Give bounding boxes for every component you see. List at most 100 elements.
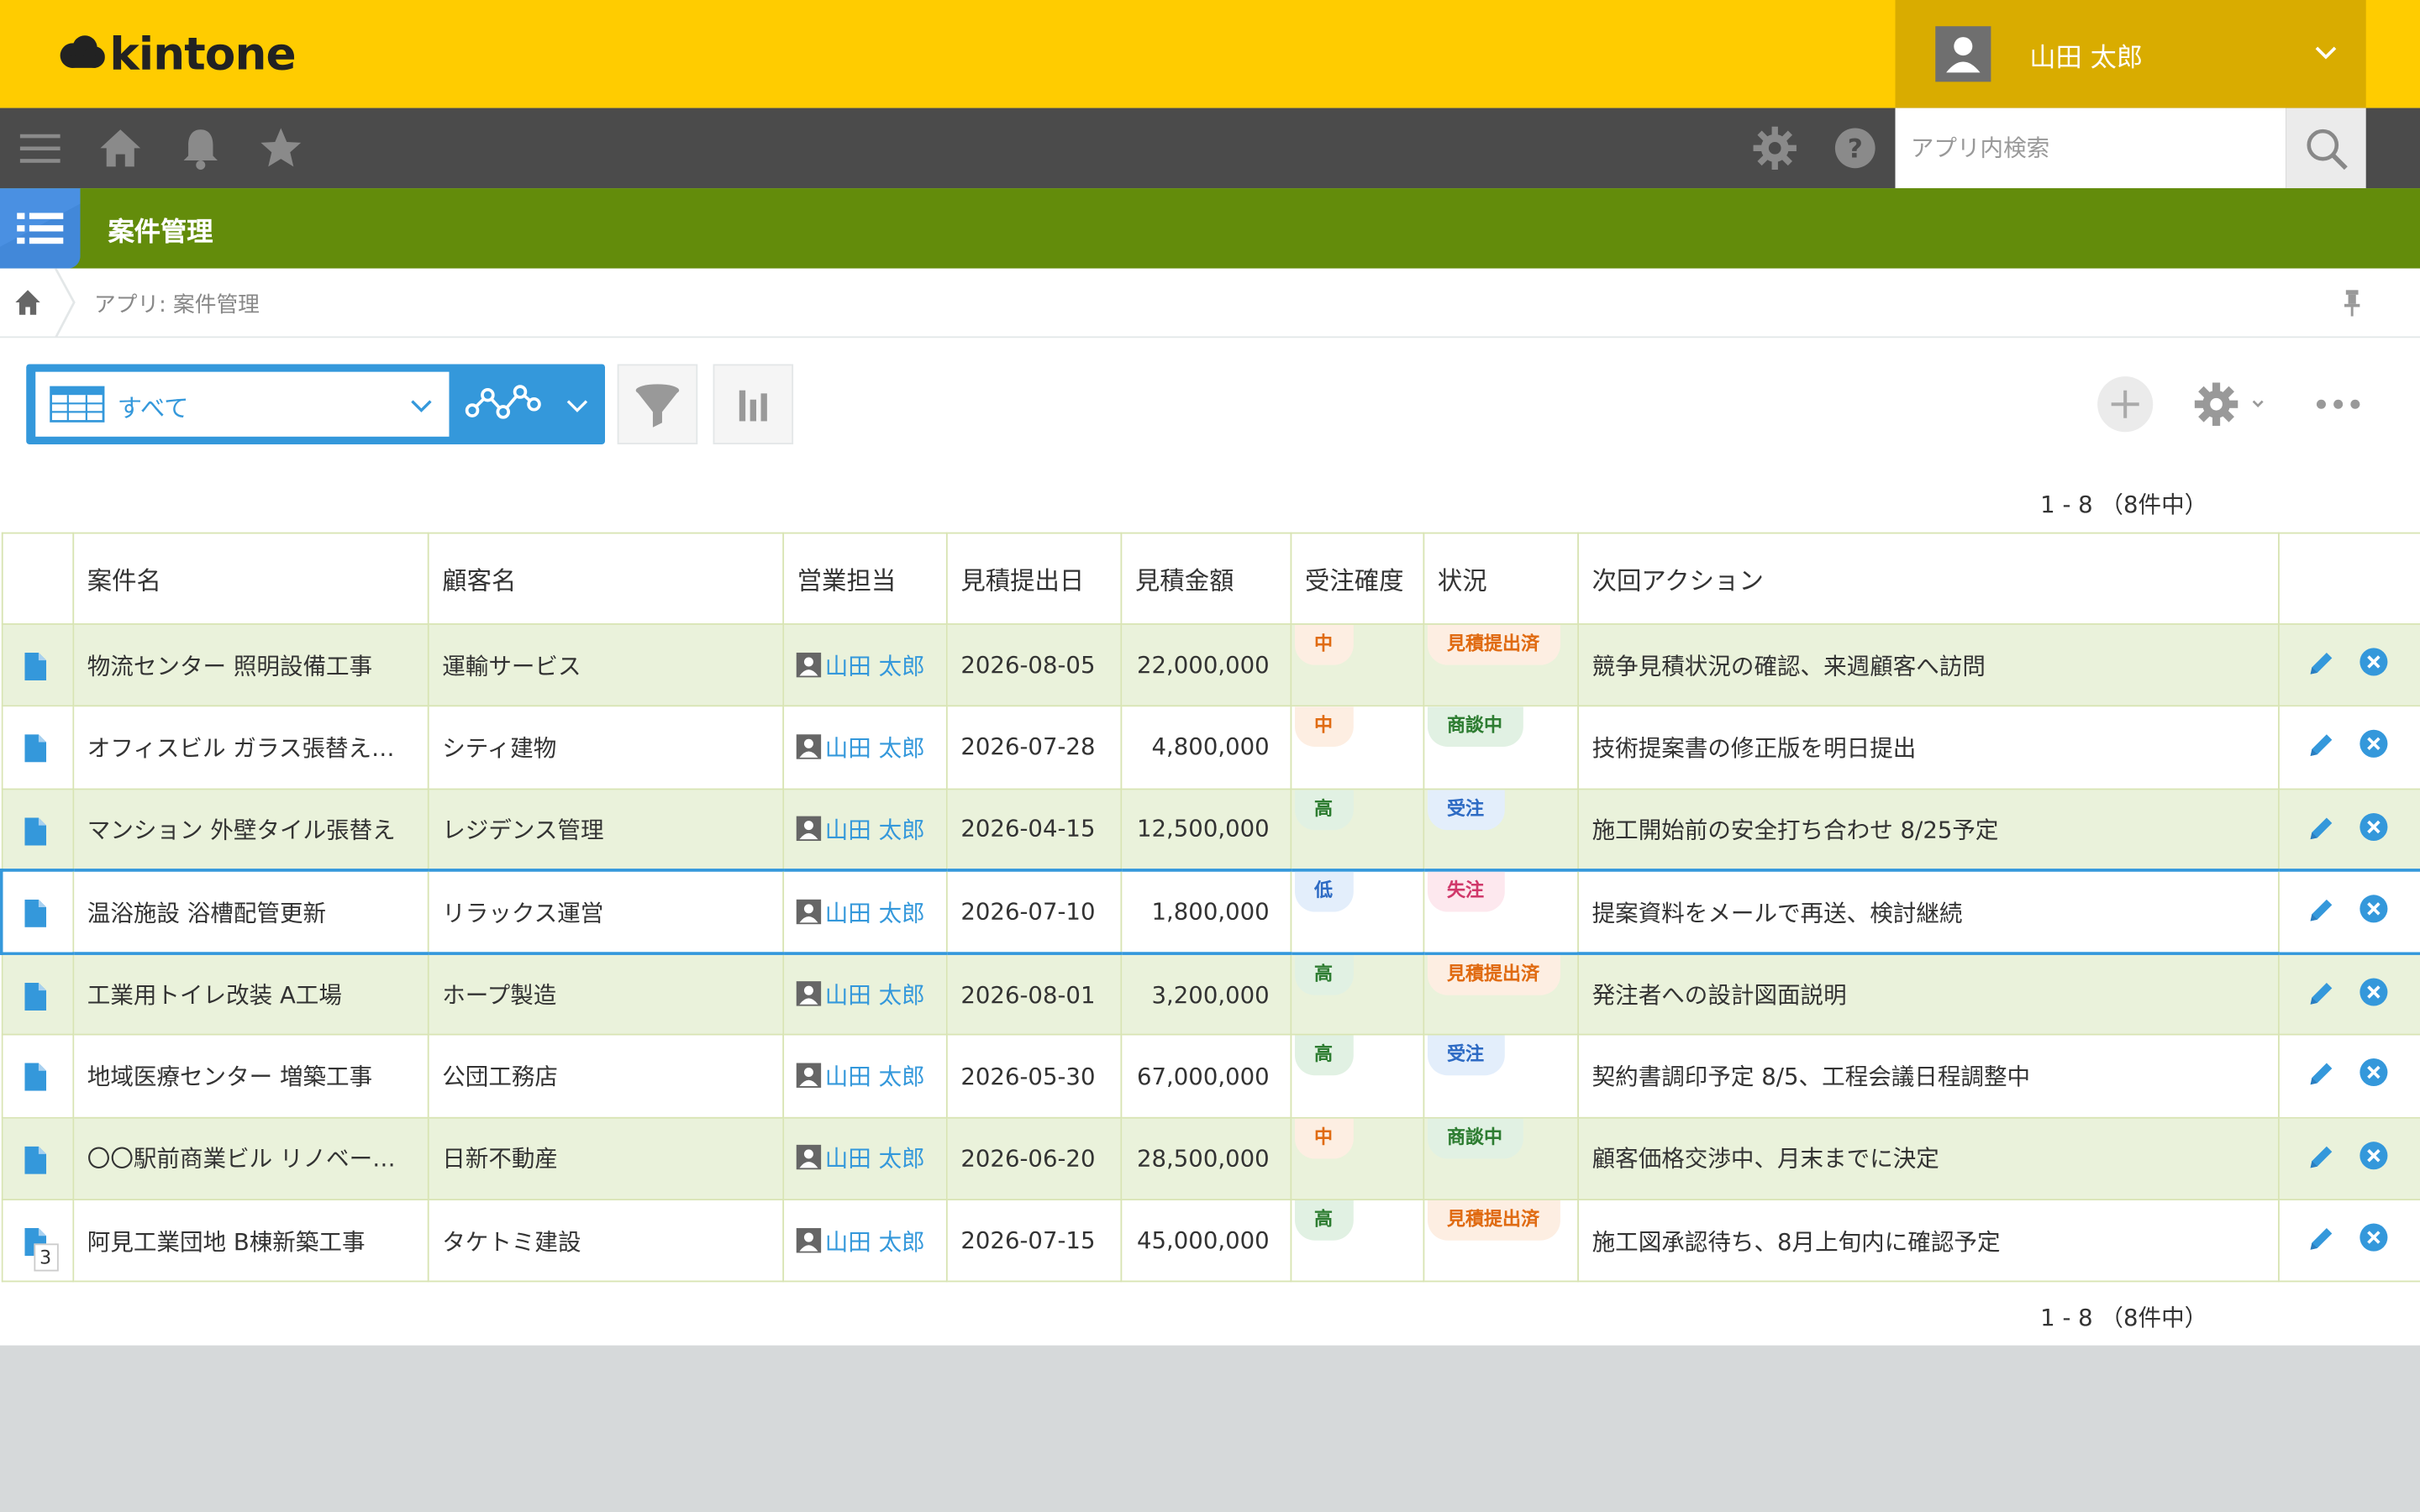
menu-icon[interactable] <box>18 127 61 170</box>
delete-circle-icon[interactable] <box>2358 728 2389 759</box>
search-button[interactable] <box>2286 108 2366 189</box>
view-dropdown[interactable]: すべて <box>35 371 450 437</box>
delete-circle-icon[interactable] <box>2358 1058 2389 1089</box>
cell-quote-amount: 28,500,000 <box>1119 1116 1292 1201</box>
pencil-edit-icon[interactable] <box>2305 978 2336 1009</box>
column-header-actions <box>2277 532 2420 625</box>
help-icon[interactable]: ? <box>1833 127 1876 170</box>
sales-rep-link[interactable]: 山田 太郎 <box>825 816 925 844</box>
table-row[interactable]: 3 阿見工業団地 B棟新築工事 タケトミ建設 山田 太郎 2026-07-15 45,00… <box>0 1199 2420 1284</box>
delete-circle-icon[interactable] <box>2358 894 2389 925</box>
pencil-edit-icon[interactable] <box>2305 1142 2336 1173</box>
status-badge: 見積提出済 <box>1427 1201 1560 1241</box>
pin-icon[interactable] <box>2337 287 2368 318</box>
pencil-edit-icon[interactable] <box>2305 648 2336 679</box>
row-actions <box>2277 705 2420 790</box>
cell-project-name: オフィスビル ガラス張替え… <box>71 705 429 790</box>
cell-customer: ホープ製造 <box>426 952 784 1037</box>
app-search-input[interactable] <box>1895 108 2286 189</box>
record-detail-cell <box>0 1034 74 1119</box>
user-icon <box>795 898 821 924</box>
sales-rep-link[interactable]: 山田 太郎 <box>825 652 925 680</box>
cell-status: 見積提出済 <box>1422 1199 1579 1284</box>
cell-next-action: 施工図承認待ち、8月上旬内に確認予定 <box>1576 1199 2279 1284</box>
add-record-button[interactable] <box>2097 376 2154 433</box>
star-icon[interactable] <box>260 127 302 170</box>
user-avatar-icon <box>1935 26 1991 82</box>
status-badge: 受注 <box>1427 790 1504 830</box>
filter-button[interactable] <box>617 364 698 444</box>
more-options-button[interactable] <box>2312 389 2364 420</box>
sales-rep-link[interactable]: 山田 太郎 <box>825 1063 925 1091</box>
cell-status: 商談中 <box>1422 1116 1579 1201</box>
document-icon[interactable] <box>24 900 47 928</box>
delete-circle-icon[interactable] <box>2358 1222 2389 1253</box>
column-header[interactable]: 受注確度 <box>1289 532 1424 625</box>
document-icon[interactable] <box>24 1063 46 1092</box>
column-header[interactable]: 営業担当 <box>781 532 947 625</box>
app-title: 案件管理 <box>108 217 213 249</box>
cell-project-name: 温浴施設 浴槽配管更新 <box>71 869 429 955</box>
pencil-edit-icon[interactable] <box>2305 895 2336 927</box>
cell-sales-rep: 山田 太郎 <box>781 1199 947 1284</box>
column-header[interactable]: 状況 <box>1422 532 1579 625</box>
column-header[interactable]: 見積金額 <box>1119 532 1292 625</box>
pencil-edit-icon[interactable] <box>2305 1059 2336 1090</box>
graph-view-dropdown[interactable] <box>459 364 605 444</box>
pencil-edit-icon[interactable] <box>2305 812 2336 843</box>
record-badge: 3 <box>33 1243 58 1272</box>
breadcrumb: アプリ: 案件管理 <box>0 268 2420 339</box>
document-icon[interactable] <box>24 734 46 763</box>
filter-icon <box>635 384 680 428</box>
sales-rep-link[interactable]: 山田 太郎 <box>825 734 925 762</box>
records-table: 案件名 顧客名 営業担当 見積提出日 見積金額 受注確度 状況 次回アクション … <box>0 532 2420 1284</box>
column-header[interactable]: 顧客名 <box>426 532 784 625</box>
column-header[interactable]: 案件名 <box>71 532 429 625</box>
table-row[interactable]: 温浴施設 浴槽配管更新 リラックス運営 山田 太郎 2026-07-10 1,800,0… <box>0 869 2420 955</box>
pencil-edit-icon[interactable] <box>2305 1224 2336 1255</box>
settings-gear-icon[interactable] <box>1753 126 1797 171</box>
sales-rep-link[interactable]: 山田 太郎 <box>825 981 925 1009</box>
graph-button[interactable] <box>713 364 794 444</box>
pagination-info-bottom: 1 - 8 （8件中） <box>2040 1304 2208 1332</box>
bell-icon[interactable] <box>179 127 222 171</box>
cell-project-name: 地域医療センター 増築工事 <box>71 1034 429 1119</box>
home-icon[interactable] <box>99 127 142 170</box>
user-menu[interactable]: 山田 太郎 <box>1895 0 2366 108</box>
table-row[interactable]: 〇〇駅前商業ビル リノベー… 日新不動産 山田 太郎 2026-06-20 28,500… <box>0 1116 2420 1201</box>
document-icon[interactable] <box>24 982 46 1011</box>
cell-quote-date: 2026-05-30 <box>944 1034 1122 1119</box>
column-header[interactable]: 次回アクション <box>1576 532 2279 625</box>
breadcrumb-app-link[interactable]: アプリ: 案件管理 <box>94 288 260 319</box>
cell-status: 失注 <box>1422 869 1579 955</box>
table-row[interactable]: 物流センター 照明設備工事 運輸サービス 山田 太郎 2026-08-05 22,000… <box>0 623 2420 707</box>
sales-rep-link[interactable]: 山田 太郎 <box>825 1228 925 1256</box>
table-row[interactable]: マンション 外壁タイル張替え レジデンス管理 山田 太郎 2026-04-15 12,5… <box>0 787 2420 872</box>
table-row[interactable]: 地域医療センター 増築工事 公団工務店 山田 太郎 2026-05-30 67,000,… <box>0 1034 2420 1119</box>
cell-next-action: 施工開始前の安全打ち合わせ 8/25予定 <box>1576 787 2279 872</box>
app-list-icon[interactable] <box>0 188 81 269</box>
delete-circle-icon[interactable] <box>2358 1140 2389 1171</box>
table-row[interactable]: 工業用トイレ改装 A工場 ホープ製造 山田 太郎 2026-08-01 3,200,00… <box>0 952 2420 1037</box>
cloud-logo-icon <box>60 35 105 68</box>
delete-circle-icon[interactable] <box>2358 811 2389 842</box>
certainty-badge: 中 <box>1294 1119 1353 1158</box>
cell-status: 受注 <box>1422 1034 1579 1119</box>
cell-quote-amount: 4,800,000 <box>1119 705 1292 790</box>
pencil-edit-icon[interactable] <box>2305 730 2336 761</box>
table-row[interactable]: オフィスビル ガラス張替え… シティ建物 山田 太郎 2026-07-28 4,800,… <box>0 705 2420 790</box>
sales-rep-link[interactable]: 山田 太郎 <box>825 1146 925 1173</box>
column-header[interactable]: 見積提出日 <box>944 532 1122 625</box>
delete-circle-icon[interactable] <box>2358 976 2389 1007</box>
document-icon[interactable] <box>24 816 46 845</box>
kintone-logo[interactable]: kintone <box>59 28 297 81</box>
delete-circle-icon[interactable] <box>2358 647 2389 678</box>
app-settings-button[interactable] <box>2191 380 2269 429</box>
document-icon[interactable] <box>24 652 46 680</box>
global-nav-bar: ? <box>0 108 2420 189</box>
breadcrumb-home-icon[interactable] <box>13 287 44 318</box>
sales-rep-link[interactable]: 山田 太郎 <box>825 899 925 927</box>
cell-next-action: 競争見積状況の確認、来週顧客へ訪問 <box>1576 623 2279 707</box>
document-icon[interactable] <box>24 1146 46 1174</box>
cell-certainty: 中 <box>1289 1116 1424 1201</box>
